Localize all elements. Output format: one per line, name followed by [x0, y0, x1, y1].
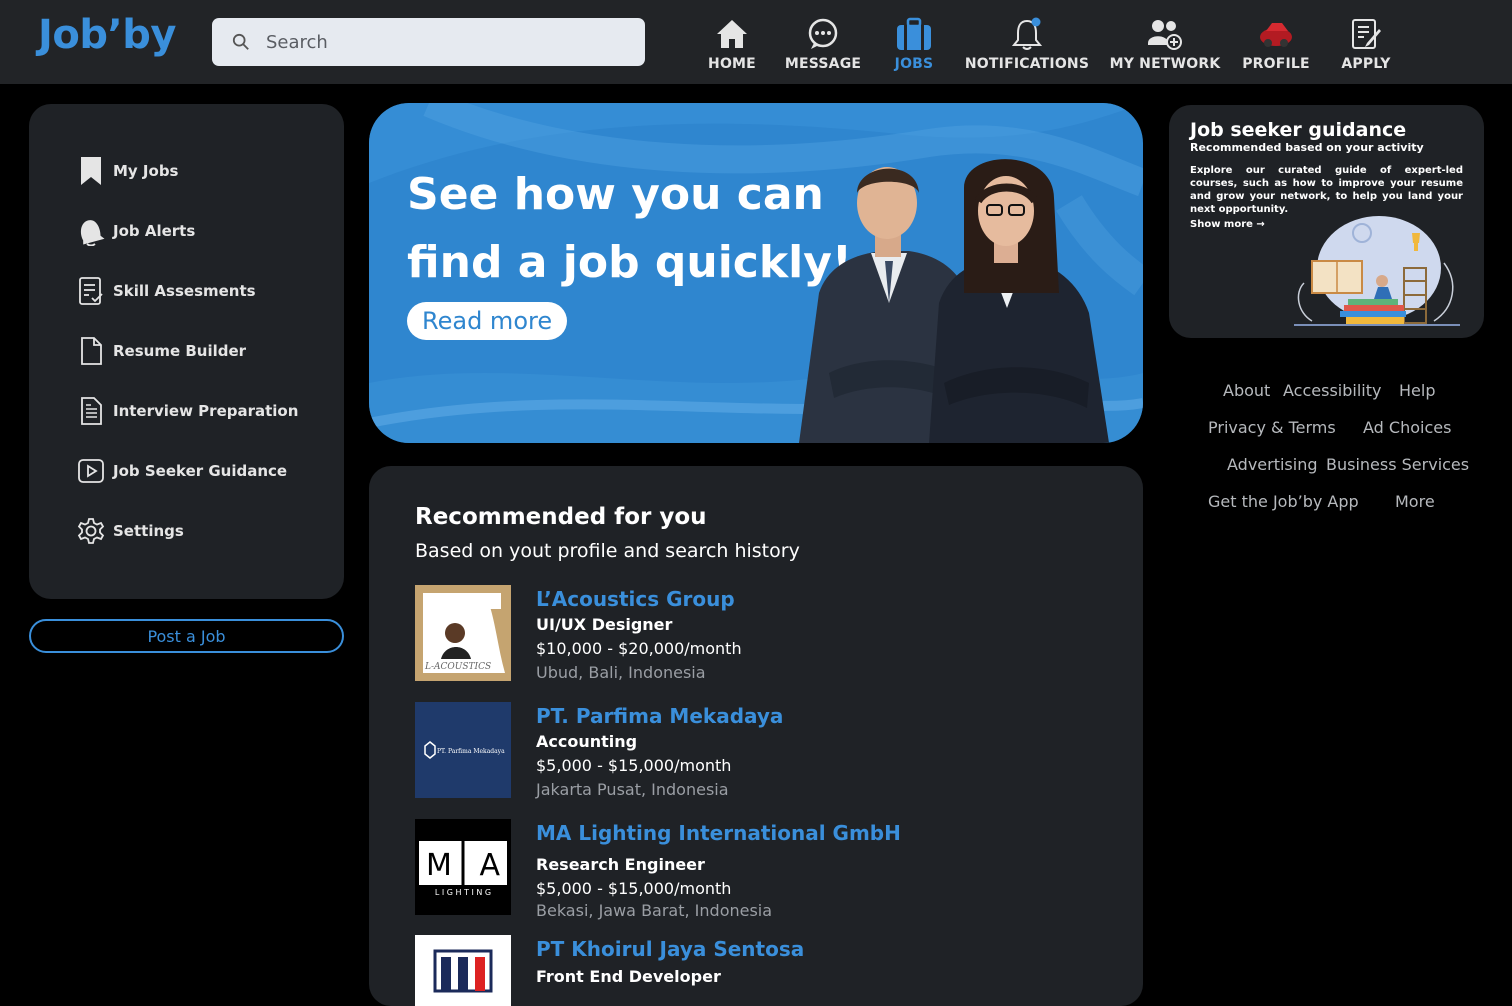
- sidebar-item-interview-preparation[interactable]: Interview Preparation: [77, 393, 298, 429]
- guidance-card: Job seeker guidance Recommended based on…: [1169, 105, 1484, 338]
- guidance-description: Explore our curated guide of expert-led …: [1190, 165, 1463, 215]
- nav-label: MY NETWORK: [1109, 56, 1221, 72]
- job-role: Front End Developer: [536, 967, 721, 986]
- briefcase-icon: [896, 16, 932, 52]
- job-card[interactable]: M A L I G H T I N G MA Lighting Internat…: [415, 819, 1095, 920]
- sidebar-item-label: Job Seeker Guidance: [113, 462, 288, 480]
- footer-link-get-app[interactable]: Get the Job’by App: [1208, 492, 1359, 511]
- sidebar-item-label: Settings: [113, 522, 184, 540]
- gear-icon: [77, 515, 105, 547]
- checklist-icon: [77, 275, 105, 307]
- footer-link-business-services[interactable]: Business Services: [1326, 455, 1469, 474]
- company-logo-subtext: L I G H T I N G: [435, 888, 491, 897]
- company-logo: PT. Parfima Mekadaya: [415, 702, 511, 798]
- footer-link-help[interactable]: Help: [1399, 381, 1435, 400]
- nav-jobs[interactable]: JOBS: [854, 16, 974, 72]
- job-salary: $10,000 - $20,000/month: [536, 639, 742, 658]
- footer-link-accessibility[interactable]: Accessibility: [1283, 381, 1381, 400]
- top-bar: Job’by HOME MESSAGE JOBS NOTI: [0, 0, 1512, 84]
- job-card[interactable]: PT Khoirul Jaya Sentosa Front End Develo…: [415, 935, 1095, 1006]
- company-logo-text: PT. Parfima Mekadaya: [437, 748, 505, 755]
- guidance-illustration: [1294, 216, 1460, 326]
- footer-link-privacy-terms[interactable]: Privacy & Terms: [1208, 418, 1336, 437]
- job-role: Research Engineer: [536, 855, 705, 874]
- business-people-image: [799, 159, 1109, 443]
- company-name[interactable]: L’Acoustics Group: [536, 587, 735, 611]
- app-logo[interactable]: Job’by: [38, 12, 176, 58]
- nav-my-network[interactable]: MY NETWORK: [1105, 16, 1225, 72]
- search-input[interactable]: [266, 31, 606, 53]
- footer-link-more[interactable]: More: [1395, 492, 1435, 511]
- sidebar-item-label: Interview Preparation: [113, 402, 299, 420]
- bookmark-icon: [77, 155, 105, 187]
- job-location: Jakarta Pusat, Indonesia: [536, 780, 729, 799]
- company-name[interactable]: PT Khoirul Jaya Sentosa: [536, 937, 804, 961]
- post-job-button[interactable]: Post a Job: [29, 619, 344, 653]
- sidebar-item-job-alerts[interactable]: Job Alerts: [77, 213, 195, 249]
- nav-label: HOME: [708, 56, 756, 72]
- footer-link-about[interactable]: About: [1223, 381, 1270, 400]
- company-logo: M A L I G H T I N G: [415, 819, 511, 915]
- show-more-link[interactable]: Show more →: [1190, 219, 1265, 230]
- notes-icon: [77, 395, 105, 427]
- recommended-title: Recommended for you: [415, 504, 707, 530]
- job-salary: $5,000 - $15,000/month: [536, 879, 732, 898]
- sidebar-item-label: Skill Assesments: [113, 282, 256, 300]
- nav-label: APPLY: [1341, 56, 1391, 72]
- company-logo: [415, 935, 511, 1006]
- profile-avatar-icon: [1258, 16, 1294, 52]
- recommended-subtitle: Based on yout profile and search history: [415, 540, 800, 562]
- sidebar-item-label: My Jobs: [113, 162, 179, 180]
- play-icon: [77, 455, 105, 487]
- sidebar-item-label: Resume Builder: [113, 342, 247, 360]
- nav-label: PROFILE: [1242, 56, 1310, 72]
- document-icon: [77, 335, 105, 367]
- nav-apply[interactable]: APPLY: [1306, 16, 1426, 72]
- job-role: Accounting: [536, 732, 638, 751]
- job-card[interactable]: PT. Parfima Mekadaya PT. Parfima Mekaday…: [415, 702, 1095, 802]
- company-logo: L-ACOUSTICS: [415, 585, 511, 681]
- bell-icon: [1009, 16, 1045, 52]
- sidebar-item-skill-assesments[interactable]: Skill Assesments: [77, 273, 256, 309]
- home-icon: [714, 16, 750, 52]
- company-name[interactable]: PT. Parfima Mekadaya: [536, 704, 783, 728]
- job-location: Ubud, Bali, Indonesia: [536, 663, 706, 682]
- company-logo-text: L-ACOUSTICS: [424, 662, 491, 672]
- job-card[interactable]: L-ACOUSTICS L’Acoustics Group UI/UX Desi…: [415, 585, 1095, 685]
- left-sidebar: My Jobs Job Alerts Skill Assesments Resu…: [29, 104, 344, 599]
- nav-label: MESSAGE: [784, 56, 862, 72]
- sidebar-item-label: Job Alerts: [113, 222, 196, 240]
- sidebar-item-settings[interactable]: Settings: [77, 513, 184, 549]
- read-more-button[interactable]: Read more: [407, 302, 568, 340]
- nav-notifications[interactable]: NOTIFICATIONS: [964, 16, 1090, 72]
- sidebar-item-job-seeker-guidance[interactable]: Job Seeker Guidance: [77, 453, 287, 489]
- search-icon: [232, 33, 249, 50]
- footer-link-ad-choices[interactable]: Ad Choices: [1363, 418, 1451, 437]
- message-icon: [805, 16, 841, 52]
- job-role: UI/UX Designer: [536, 615, 673, 634]
- company-name[interactable]: MA Lighting International GmbH: [536, 821, 901, 845]
- promo-banner: See how you can find a job quickly! Read…: [369, 103, 1143, 443]
- company-logo-text: M A: [426, 848, 500, 883]
- apply-icon: [1348, 16, 1384, 52]
- footer-link-advertising[interactable]: Advertising: [1227, 455, 1318, 474]
- sidebar-item-my-jobs[interactable]: My Jobs: [77, 153, 178, 189]
- job-salary: $5,000 - $15,000/month: [536, 756, 732, 775]
- job-location: Bekasi, Jawa Barat, Indonesia: [536, 901, 773, 920]
- network-icon: [1147, 16, 1183, 52]
- guidance-title: Job seeker guidance: [1190, 119, 1407, 141]
- bell-icon: [77, 215, 105, 247]
- search-bar[interactable]: [212, 18, 645, 66]
- guidance-subtitle: Recommended based on your activity: [1190, 141, 1424, 154]
- recommended-panel: Recommended for you Based on yout profil…: [369, 466, 1143, 1006]
- sidebar-item-resume-builder[interactable]: Resume Builder: [77, 333, 246, 369]
- nav-label: JOBS: [894, 56, 934, 72]
- nav-label: NOTIFICATIONS: [964, 56, 1090, 72]
